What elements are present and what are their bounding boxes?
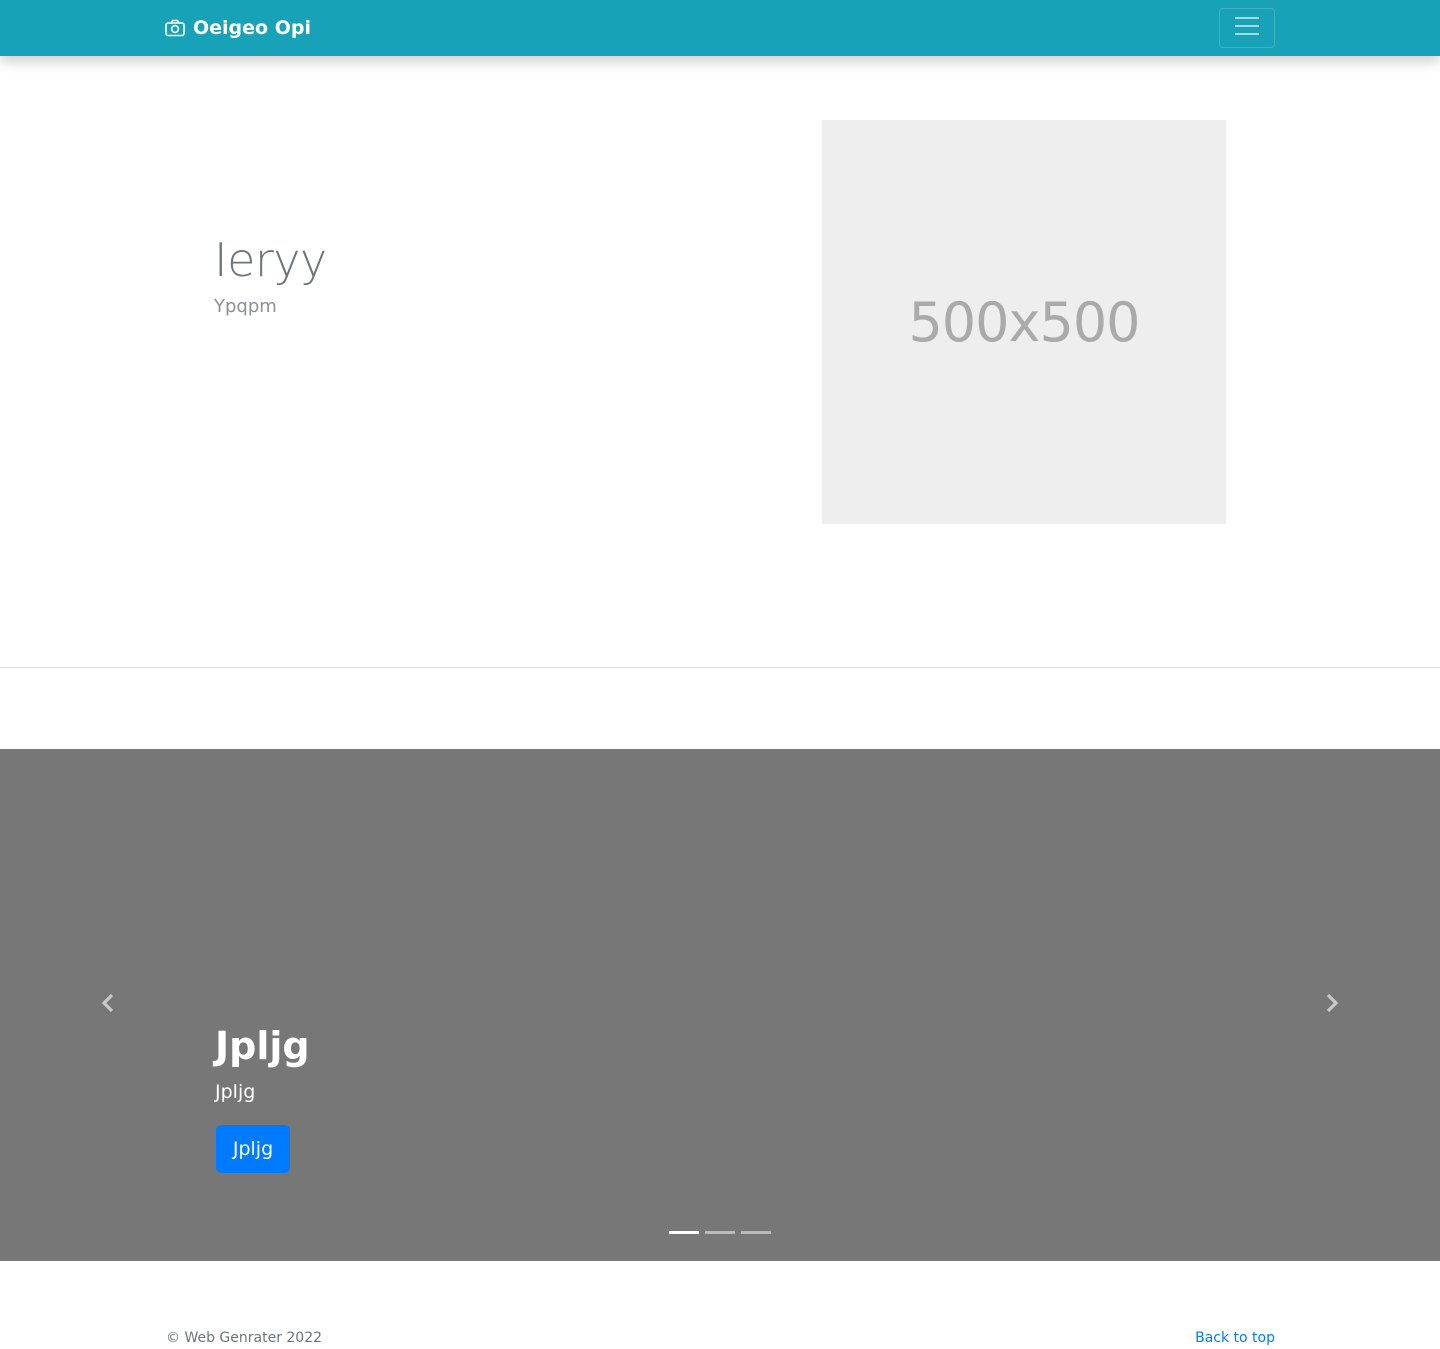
brand-link[interactable]: Oeigeo Opi <box>165 16 311 40</box>
section-divider <box>0 667 1440 668</box>
carousel-next-button[interactable] <box>1316 989 1348 1021</box>
camera-icon <box>165 19 185 37</box>
chevron-right-icon <box>1324 993 1340 1018</box>
hero-title: Ieryy <box>214 233 327 287</box>
navbar-toggler-button[interactable] <box>1219 8 1275 48</box>
navbar: Oeigeo Opi <box>0 0 1440 56</box>
carousel-prev-button[interactable] <box>92 989 124 1021</box>
hero-image-placeholder: 500x500 <box>822 120 1226 524</box>
hero-subtitle: Ypqpm <box>214 296 277 317</box>
copyright-text: © Web Genrater 2022 <box>166 1330 323 1346</box>
chevron-left-icon <box>100 993 116 1018</box>
back-to-top-link[interactable]: Back to top <box>1195 1328 1275 1348</box>
carousel-caption-text: Jpljg <box>215 1081 256 1103</box>
carousel-caption-button[interactable]: Jpljg <box>216 1125 290 1173</box>
carousel: Jpljg Jpljg Jpljg <box>0 749 1440 1261</box>
carousel-indicator-1[interactable] <box>669 1231 699 1234</box>
brand-text: Oeigeo Opi <box>193 17 311 39</box>
carousel-indicator-2[interactable] <box>705 1231 735 1234</box>
carousel-indicator-3[interactable] <box>741 1231 771 1234</box>
carousel-caption-title: Jpljg <box>215 1024 310 1068</box>
carousel-indicators <box>669 1231 771 1234</box>
placeholder-label: 500x500 <box>908 290 1140 354</box>
hamburger-menu-icon <box>1234 16 1260 41</box>
